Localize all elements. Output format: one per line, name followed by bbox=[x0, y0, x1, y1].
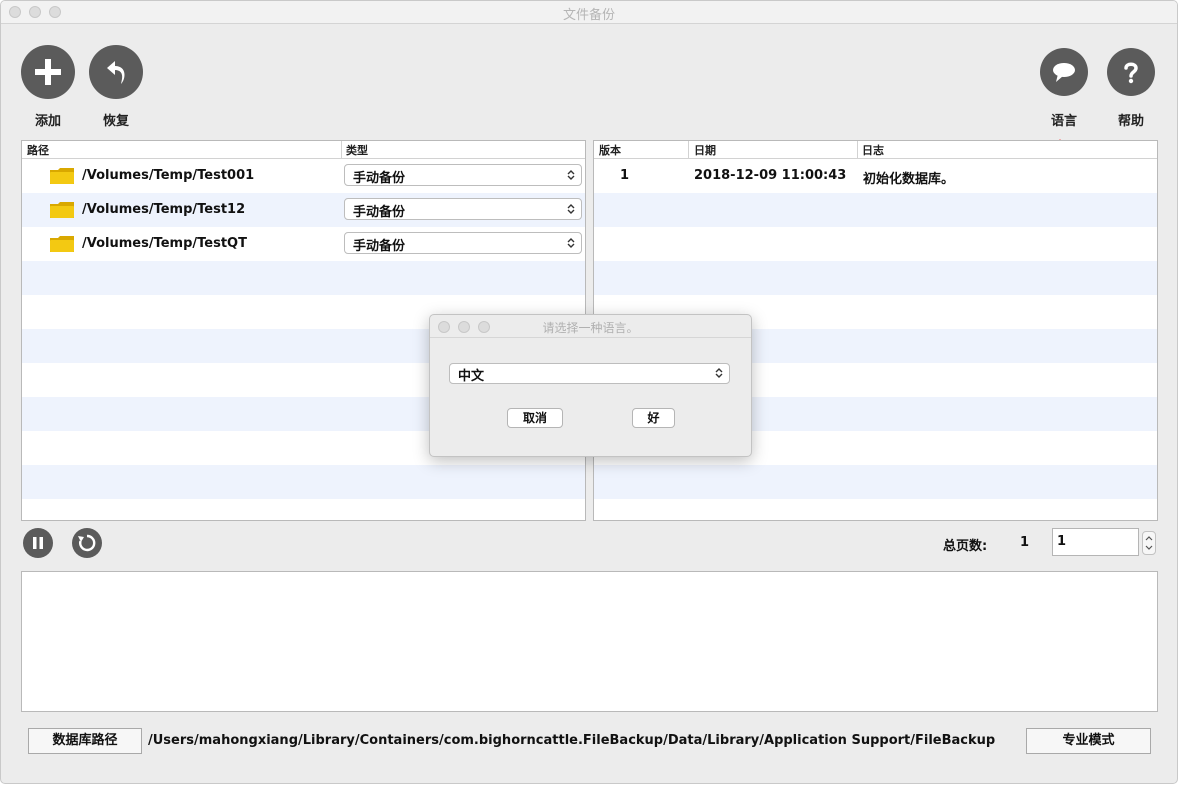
table-row[interactable]: /Volumes/Temp/TestQT 手动备份 bbox=[22, 227, 585, 261]
refresh-button[interactable] bbox=[72, 528, 102, 558]
dialog-ok-button[interactable]: 好 bbox=[632, 408, 675, 428]
empty-row bbox=[594, 227, 1157, 261]
language-select[interactable]: 中文 bbox=[449, 363, 730, 384]
folder-icon bbox=[50, 168, 74, 184]
column-header-path[interactable]: 路径 bbox=[27, 142, 49, 158]
dialog-title: 请选择一种语言。 bbox=[542, 321, 639, 335]
refresh-icon bbox=[78, 534, 96, 552]
column-header-log[interactable]: 日志 bbox=[862, 142, 884, 158]
dialog-divider bbox=[430, 337, 751, 338]
chevron-updown-icon bbox=[715, 368, 723, 378]
help-label: 帮助 bbox=[1117, 114, 1144, 129]
language-button[interactable] bbox=[1040, 48, 1088, 96]
path-cell: /Volumes/Temp/Test12 bbox=[82, 202, 246, 217]
pro-mode-button[interactable]: 专业模式 bbox=[1026, 728, 1151, 754]
page-stepper[interactable] bbox=[1142, 531, 1156, 555]
folder-icon bbox=[50, 236, 74, 252]
dialog-cancel-button[interactable]: 取消 bbox=[507, 408, 563, 428]
column-header-version[interactable]: 版本 bbox=[599, 142, 621, 158]
backup-type-select[interactable]: 手动备份 bbox=[344, 164, 582, 186]
path-cell: /Volumes/Temp/TestQT bbox=[82, 236, 247, 251]
version-cell: 1 bbox=[620, 168, 630, 183]
table-row[interactable]: /Volumes/Temp/Test001 手动备份 bbox=[22, 159, 585, 193]
question-mark-icon bbox=[1124, 62, 1138, 84]
backup-type-value: 手动备份 bbox=[353, 171, 406, 186]
restore-label: 恢复 bbox=[102, 114, 129, 129]
add-button[interactable] bbox=[21, 45, 75, 99]
database-path-button[interactable]: 数据库路径 bbox=[28, 728, 142, 754]
log-output-area[interactable] bbox=[21, 571, 1158, 712]
empty-row bbox=[594, 465, 1157, 499]
chevron-updown-icon bbox=[567, 170, 575, 180]
backup-type-value: 手动备份 bbox=[353, 205, 406, 220]
pause-button[interactable] bbox=[23, 528, 53, 558]
speech-bubble-icon bbox=[1053, 63, 1075, 82]
backup-type-select[interactable]: 手动备份 bbox=[344, 232, 582, 254]
paths-table-header: 路径 类型 bbox=[22, 141, 585, 159]
title-bar: 文件备份 bbox=[1, 1, 1177, 24]
table-row[interactable]: /Volumes/Temp/Test12 手动备份 bbox=[22, 193, 585, 227]
language-dialog: 请选择一种语言。 中文 取消 好 bbox=[429, 314, 752, 457]
plus-icon bbox=[35, 59, 61, 85]
column-header-date[interactable]: 日期 bbox=[694, 142, 716, 158]
empty-row bbox=[22, 465, 585, 499]
chevron-updown-icon bbox=[567, 238, 575, 248]
database-path-text: /Users/mahongxiang/Library/Containers/co… bbox=[148, 733, 996, 748]
stepper-arrows-icon bbox=[1145, 536, 1153, 550]
folder-icon bbox=[50, 202, 74, 218]
help-button[interactable] bbox=[1107, 48, 1155, 96]
chevron-updown-icon bbox=[567, 204, 575, 214]
column-divider bbox=[341, 141, 342, 158]
language-select-value: 中文 bbox=[458, 369, 485, 384]
path-cell: /Volumes/Temp/Test001 bbox=[82, 168, 255, 183]
empty-row bbox=[594, 193, 1157, 227]
window-title: 文件备份 bbox=[562, 8, 615, 23]
column-divider bbox=[857, 141, 858, 158]
log-cell: 初始化数据库。 bbox=[863, 172, 955, 187]
backup-type-value: 手动备份 bbox=[353, 239, 406, 254]
empty-row bbox=[594, 261, 1157, 295]
undo-arrow-icon bbox=[107, 61, 125, 84]
total-pages-value: 1 bbox=[1020, 535, 1030, 550]
backup-type-select[interactable]: 手动备份 bbox=[344, 198, 582, 220]
empty-row bbox=[22, 261, 585, 295]
column-header-type[interactable]: 类型 bbox=[346, 142, 368, 158]
date-cell: 2018-12-09 11:00:43 bbox=[694, 168, 847, 183]
versions-table-header: 版本 日期 日志 bbox=[594, 141, 1157, 159]
page-number-input[interactable]: 1 bbox=[1052, 528, 1139, 556]
restore-button[interactable] bbox=[89, 45, 143, 99]
pause-icon bbox=[33, 537, 43, 549]
table-row[interactable]: 1 2018-12-09 11:00:43 初始化数据库。 bbox=[594, 159, 1157, 193]
total-pages-label: 总页数: bbox=[943, 539, 988, 554]
column-divider bbox=[688, 141, 689, 158]
